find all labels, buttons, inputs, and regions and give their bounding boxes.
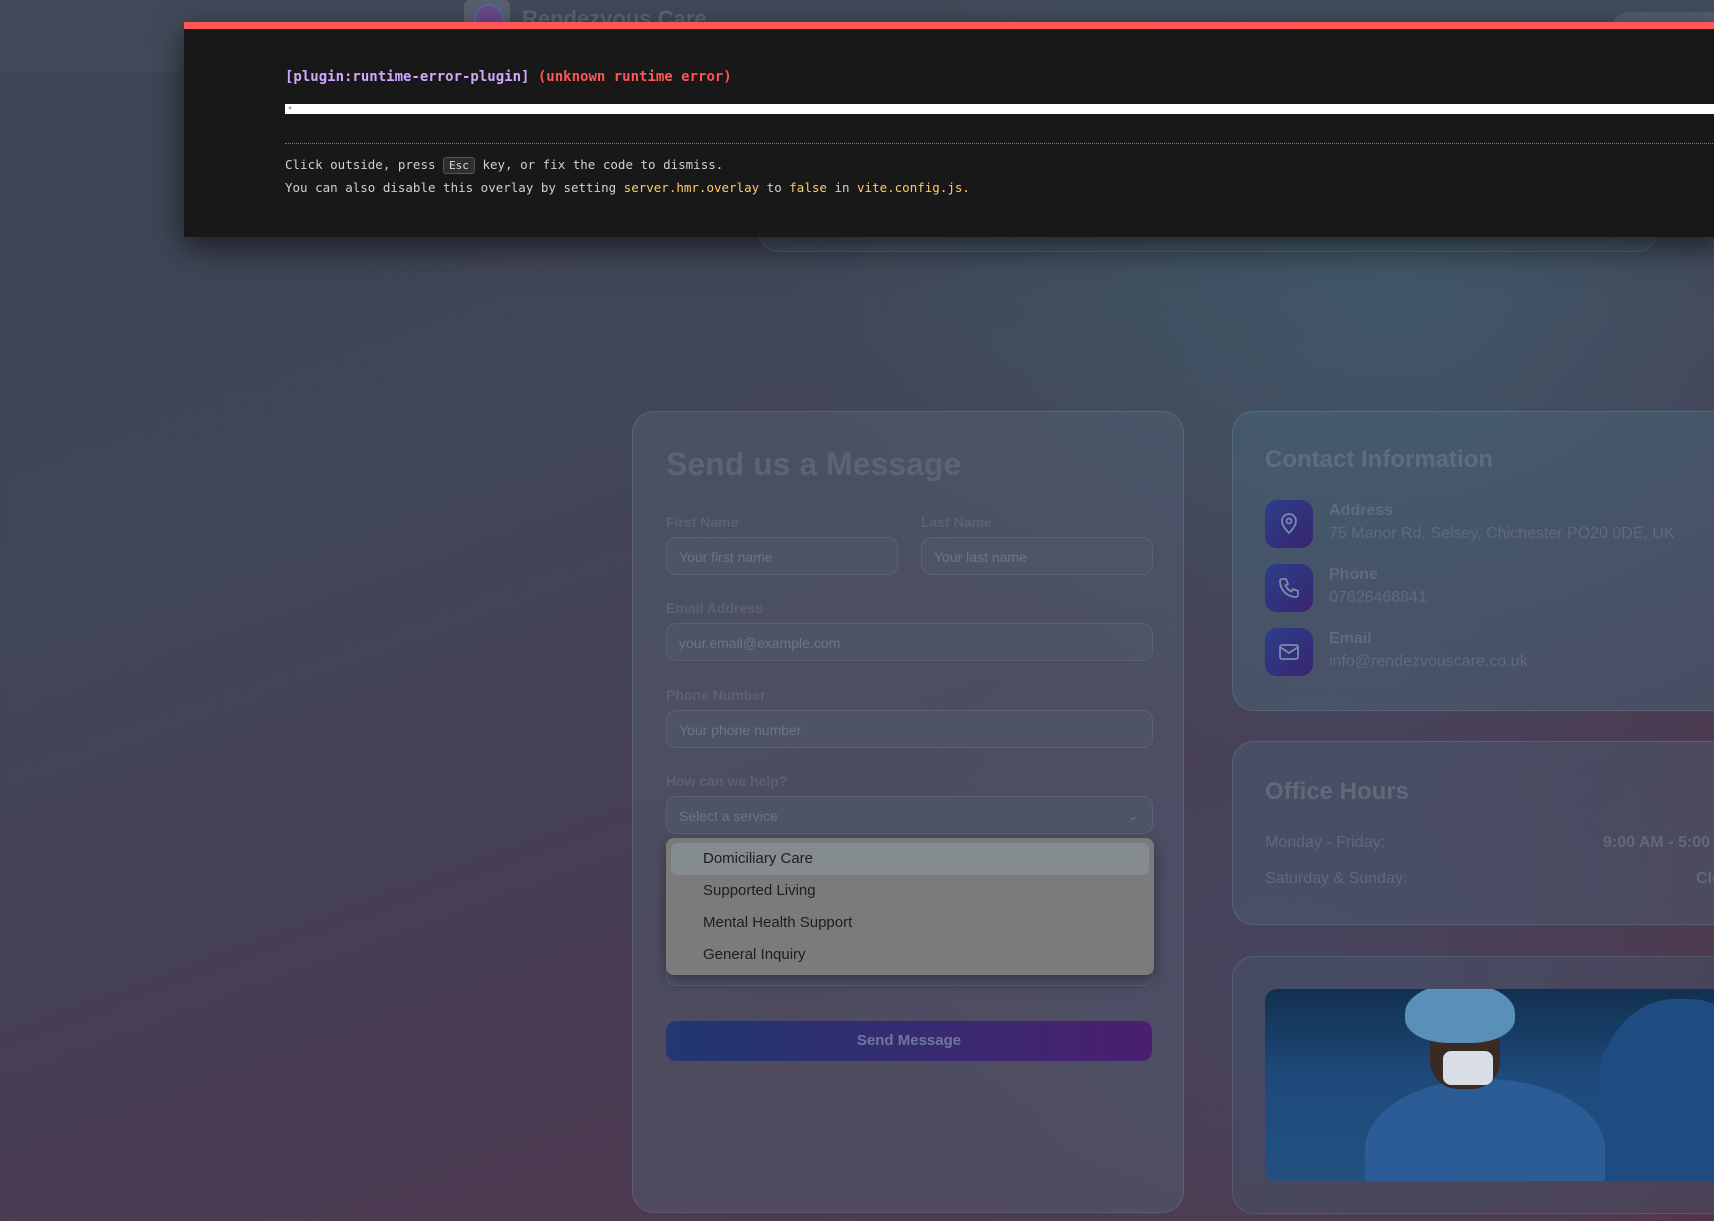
service-select-value: Select a service xyxy=(679,808,778,824)
error-title: [plugin:runtime-error-plugin] (unknown r… xyxy=(285,69,732,85)
error-tip-line-2: You can also disable this overlay by set… xyxy=(285,180,970,195)
tip-text: key, or fix the code to dismiss. xyxy=(482,157,724,172)
error-divider xyxy=(285,143,1714,144)
service-dropdown-menu: Domiciliary Care Supported Living Mental… xyxy=(666,838,1154,975)
service-select[interactable]: Select a service ⌄ xyxy=(666,796,1153,834)
error-tip-line-1: Click outside, press Esc key, or fix the… xyxy=(285,157,723,174)
tip-text: in xyxy=(834,180,850,195)
service-label: How can we help? xyxy=(666,773,788,789)
tip-code: false xyxy=(789,180,827,195)
tip-text: You can also disable this overlay by set… xyxy=(285,180,617,195)
form-title: Send us a Message xyxy=(666,446,962,482)
tip-text: . xyxy=(962,180,970,195)
contact-info-title: Contact Information xyxy=(1265,446,1493,473)
contact-form-card: Send us a Message First Name Your first … xyxy=(632,411,1184,1213)
weekend-label: Saturday & Sunday: xyxy=(1265,870,1408,887)
phone-label: Phone xyxy=(1329,566,1378,583)
address-value: 75 Manor Rd, Selsey, Chichester PO20 0DE… xyxy=(1329,525,1675,542)
email-label: Email Address xyxy=(666,600,763,616)
mail-icon xyxy=(1265,628,1313,676)
tip-code: vite.config.js xyxy=(857,180,963,195)
first-name-input[interactable]: Your first name xyxy=(666,537,898,575)
email-input[interactable]: your.email@example.com xyxy=(666,623,1153,661)
error-message: (unknown runtime error) xyxy=(537,69,732,85)
surgeons-photo xyxy=(1265,989,1714,1181)
office-hours-title: Office Hours xyxy=(1265,778,1410,805)
phone-icon xyxy=(1265,564,1313,612)
phone-input[interactable]: Your phone number xyxy=(666,710,1153,748)
weekday-label: Monday - Friday: xyxy=(1265,834,1386,851)
last-name-label: Last Name xyxy=(921,514,992,530)
weekend-hours: Closed xyxy=(1696,870,1714,887)
send-message-button[interactable]: Send Message xyxy=(666,1021,1152,1061)
esc-key: Esc xyxy=(443,157,475,174)
photo-figure xyxy=(1405,989,1515,1043)
tip-code: server.hmr.overlay xyxy=(623,180,760,195)
error-frame: ◂ xyxy=(285,103,1714,114)
chevron-down-icon: ⌄ xyxy=(1127,809,1138,823)
photo-figure xyxy=(1365,1079,1605,1181)
error-overlay[interactable]: [plugin:runtime-error-plugin] (unknown r… xyxy=(184,22,1714,237)
map-pin-icon xyxy=(1265,500,1313,548)
dropdown-option[interactable]: Mental Health Support xyxy=(671,907,1149,939)
photo-figure xyxy=(1595,999,1714,1181)
frame-marker: ◂ xyxy=(287,103,292,112)
email-value[interactable]: info@rendezvouscare.co.uk xyxy=(1329,653,1528,671)
error-plugin-name: [plugin:runtime-error-plugin] xyxy=(285,69,530,85)
office-hours-card: Office Hours Monday - Friday: 9:00 AM - … xyxy=(1232,741,1714,925)
contact-info-card: Contact Information Address 75 Manor Rd,… xyxy=(1232,411,1714,711)
last-name-input[interactable]: Your last name xyxy=(921,537,1153,575)
first-name-label: First Name xyxy=(666,514,739,530)
weekday-hours: 9:00 AM - 5:00 PM xyxy=(1603,834,1714,851)
dropdown-option[interactable]: Supported Living xyxy=(671,875,1149,907)
photo-figure xyxy=(1443,1051,1493,1085)
dropdown-option[interactable]: General Inquiry xyxy=(671,939,1149,971)
dropdown-option[interactable]: Domiciliary Care xyxy=(671,843,1149,875)
address-label: Address xyxy=(1329,502,1394,519)
image-card xyxy=(1232,956,1714,1214)
tip-text: Click outside, press xyxy=(285,157,436,172)
phone-value[interactable]: 07826468841 xyxy=(1329,589,1427,607)
email-label: Email xyxy=(1329,630,1372,647)
phone-label: Phone Number xyxy=(666,687,766,703)
tip-text: to xyxy=(766,180,782,195)
